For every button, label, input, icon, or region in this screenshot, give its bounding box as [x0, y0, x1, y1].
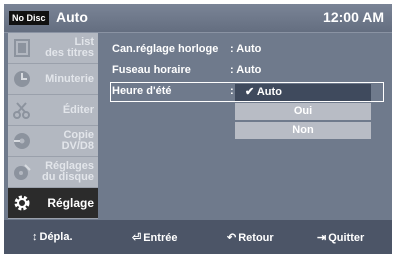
sidebar-item-timer[interactable]: Minuterie	[8, 64, 98, 95]
setting-label: Can.réglage horloge	[112, 43, 219, 55]
up-down-arrow-icon: ↕	[32, 231, 38, 243]
setting-label: Fuseau horaire	[112, 64, 191, 76]
footer-move-hint: ↕ Dépla.	[32, 231, 73, 243]
header-bar: No Disc Auto 12:00 AM	[4, 4, 392, 33]
sidebar-item-copy[interactable]: Copie DV/D8	[8, 126, 98, 157]
footer-back-hint: ↶ Retour	[227, 231, 274, 244]
sidebar-item-label: Réglages du disque	[42, 160, 94, 183]
clock-display: 12:00 AM	[323, 9, 384, 25]
sidebar-item-label: Éditer	[62, 103, 94, 116]
dropdown-option-auto[interactable]: ✔ Auto	[235, 84, 371, 101]
footer-enter-hint: ⏎ Entrée	[132, 231, 177, 244]
footer-back-label: Retour	[238, 232, 274, 244]
daylight-saving-dropdown[interactable]: ✔ Auto Oui Non	[235, 84, 371, 141]
sidebar-item-label: Réglage	[47, 195, 94, 210]
mode-label: Auto	[56, 9, 88, 25]
sidebar-item-label: Minuterie	[45, 72, 94, 85]
exit-icon: ⇥	[317, 232, 327, 244]
sidebar-item-edit[interactable]: Éditer	[8, 95, 98, 126]
sidebar-item-label: List des titres	[45, 36, 94, 59]
settings-panel: Can.réglage horloge : Auto Fuseau horair…	[102, 33, 392, 219]
setting-value: :	[230, 85, 234, 97]
sidebar-item-disc-settings[interactable]: Réglages du disque	[8, 157, 98, 188]
footer-enter-label: Entrée	[143, 232, 178, 244]
setting-value: : Auto	[230, 43, 262, 55]
setting-value: : Auto	[230, 64, 262, 76]
return-arrow-icon: ↶	[227, 232, 237, 244]
footer-quit-label: Quitter	[328, 232, 365, 244]
sidebar-item-label: Copie DV/D8	[61, 129, 94, 152]
dropdown-option-non[interactable]: Non	[235, 122, 371, 139]
dropdown-option-oui[interactable]: Oui	[235, 103, 371, 120]
sidebar-item-title-list[interactable]: List des titres	[8, 33, 98, 64]
disc-status-badge: No Disc	[9, 11, 49, 25]
setting-label: Heure d'été	[112, 85, 172, 97]
enter-icon: ⏎	[132, 232, 142, 244]
footer-bar: ↕ Dépla. ⏎ Entrée ↶ Retour ⇥ Quitter	[4, 220, 392, 254]
sidebar-menu: List des titres Minuterie Éditer Copie D…	[4, 33, 100, 219]
sidebar-item-setup[interactable]: Réglage	[8, 188, 98, 219]
dvd-setup-screen: No Disc Auto 12:00 AM List des titres Mi…	[4, 4, 392, 254]
footer-quit-hint: ⇥ Quitter	[317, 231, 364, 244]
footer-move-label: Dépla.	[39, 231, 73, 243]
